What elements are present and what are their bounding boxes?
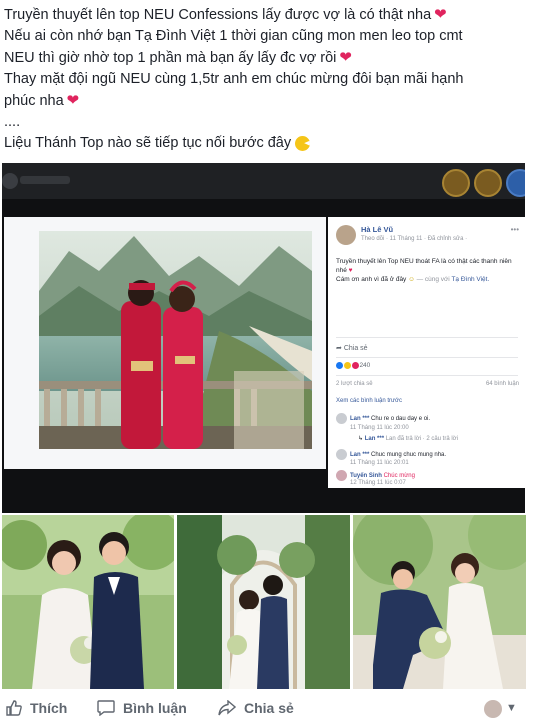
share-arrow-icon: ➦ — [336, 345, 342, 352]
post-line-3: NEU thì giờ nhờ top 1 phần mà bạn ấy lấy… — [4, 50, 337, 66]
commenter-name[interactable]: Tuyến Sinh — [350, 473, 382, 479]
post-line-1: Truyền thuyết lên top NEU Confessions lấ… — [4, 7, 432, 23]
divider — [336, 357, 518, 358]
comment-time: 11 Tháng 11 lúc 20:01 — [350, 460, 409, 466]
embedded-photo-pane — [4, 217, 326, 469]
comment-time: 11 Tháng 11 lúc 20:00 — [350, 425, 409, 431]
reply-arrow-icon: ↳ — [358, 436, 364, 442]
like-button[interactable]: Thích — [6, 700, 67, 716]
sticker-icon — [474, 169, 502, 197]
chevron-down-icon[interactable]: ▼ — [506, 702, 517, 714]
heart-emoji-icon: ❤ — [66, 92, 80, 109]
share-button[interactable]: ➦ Chia sẻ — [336, 344, 368, 352]
post-action-bar: Thích Bình luận Chia sẻ — [0, 695, 541, 723]
thumbs-up-icon — [6, 700, 22, 716]
author-name[interactable]: Hà Lê Vũ — [361, 225, 393, 234]
commenter-name: Lan *** — [364, 436, 385, 442]
post-text: Truyền thuyết lên top NEU Confessions lấ… — [4, 4, 536, 154]
more-options-icon[interactable]: ••• — [511, 225, 519, 234]
laughing-emoji-icon — [295, 135, 311, 151]
post-line-4: Thay mặt đội ngũ NEU cùng 1,5tr anh em c… — [4, 71, 464, 87]
commenter-avatar — [336, 449, 347, 460]
wedding-photo-couple-back — [39, 231, 312, 449]
share-label: Chia sẻ — [244, 700, 294, 716]
haha-reaction-icon — [343, 362, 351, 369]
caption-line: Truyền thuyết lên Top NEU thoát FA là có… — [336, 258, 512, 274]
like-label: Thích — [30, 700, 68, 716]
comment-time: 12 Tháng 11 lúc 0:07 — [350, 480, 406, 486]
comment-label: Bình luận — [123, 700, 187, 716]
share-label: Chia sẻ — [343, 345, 368, 352]
comment-bubble-icon — [97, 700, 115, 716]
comment-text: Chuc mung chuc mung nha. — [371, 452, 447, 459]
smile-emoji-icon: ☺ — [408, 276, 415, 283]
share-count[interactable]: 2 lượt chia sẻ — [336, 381, 373, 387]
post-meta: Theo dõi · 11 Tháng 11 · Đã chỉnh sửa · — [361, 236, 468, 242]
reaction-summary[interactable]: 240 — [336, 362, 370, 369]
share-arrow-icon — [218, 700, 236, 716]
caption-thanks: Cám ơn anh vì đã ở đây — [336, 276, 407, 283]
gallery-photo-1[interactable] — [2, 515, 174, 689]
like-reaction-icon — [336, 362, 343, 369]
reply-text: Lan đã trả lời · 2 câu trả lời — [385, 436, 458, 442]
avatar[interactable] — [484, 700, 502, 718]
comment-count[interactable]: 64 bình luận — [486, 381, 519, 387]
heart-emoji-icon: ♥ — [348, 267, 353, 274]
embedded-viewer: Hà Lê Vũ Theo dõi · 11 Tháng 11 · Đã chỉ… — [2, 199, 525, 513]
divider — [336, 375, 518, 376]
divider — [336, 337, 518, 338]
embedded-screenshot[interactable]: Hà Lê Vũ Theo dõi · 11 Tháng 11 · Đã chỉ… — [2, 163, 525, 513]
embedded-topbar — [2, 163, 525, 199]
post-line-5: phúc nha — [4, 93, 64, 109]
post-line-7: Liệu Thánh Top nào sẽ tiếp tục nối bước … — [4, 135, 292, 151]
comment-text: Chúc mừng — [383, 473, 415, 480]
sticker-icon — [442, 169, 470, 197]
heart-emoji-icon: ❤ — [434, 6, 447, 23]
comment-item: Lan *** Chu re o dau day e oi. — [336, 413, 430, 424]
embedded-post-sidebar: Hà Lê Vũ Theo dõi · 11 Tháng 11 · Đã chỉ… — [328, 217, 525, 488]
tagged-user-link[interactable]: Tạ Đình Việt. — [451, 276, 489, 283]
view-older-comments-link[interactable]: Xem các bình luận trước — [336, 398, 402, 404]
embedded-search-placeholder — [20, 176, 70, 184]
comment-item: Lan *** Chuc mung chuc mung nha. — [336, 449, 446, 460]
embedded-caption: Truyền thuyết lên Top NEU thoát FA là có… — [336, 257, 518, 284]
love-reaction-icon — [351, 362, 359, 369]
post-line-2: Nếu ai còn nhớ bạn Tạ Đình Việt 1 thời g… — [4, 28, 463, 44]
gallery-photo-3[interactable] — [353, 515, 526, 689]
heart-emoji-icon: ❤ — [339, 49, 352, 66]
commenter-name[interactable]: Lan *** — [350, 452, 369, 458]
sticker-icon — [506, 169, 525, 197]
commenter-avatar — [336, 413, 347, 424]
comment-text: Chu re o dau day e oi. — [371, 416, 431, 423]
share-button[interactable]: Chia sẻ — [218, 700, 294, 716]
embedded-icon — [2, 173, 18, 189]
commenter-name[interactable]: Lan *** — [350, 416, 369, 422]
gallery-photo-2[interactable] — [177, 515, 350, 689]
commenter-avatar — [336, 470, 347, 481]
caption-with: — cùng với — [416, 276, 450, 283]
post-line-6: .... — [4, 114, 21, 130]
reply-item[interactable]: ↳ Lan *** Lan đã trả lời · 2 câu trả lời — [358, 435, 458, 442]
avatar — [336, 225, 356, 245]
comment-button[interactable]: Bình luận — [97, 700, 187, 716]
reaction-count: 240 — [359, 362, 371, 370]
